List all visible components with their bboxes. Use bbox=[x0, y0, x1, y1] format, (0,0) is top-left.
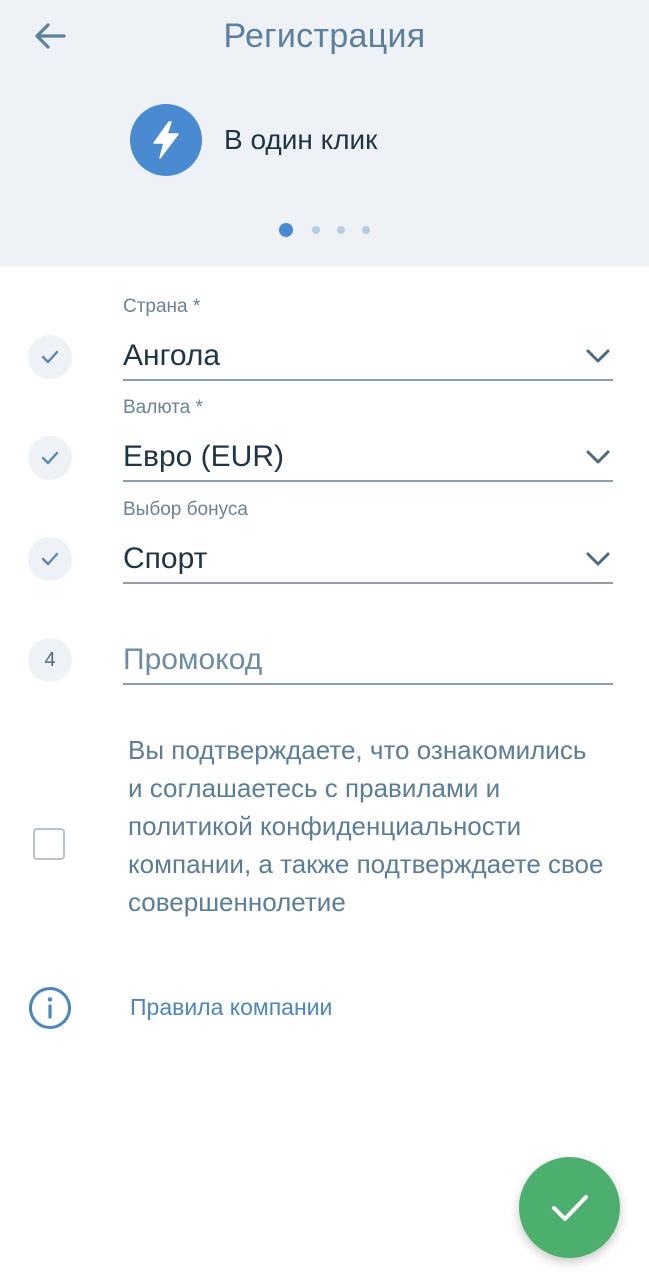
check-icon bbox=[41, 552, 59, 566]
country-label: Страна * bbox=[123, 296, 201, 317]
page-dot-2[interactable] bbox=[311, 226, 320, 234]
check-icon bbox=[41, 451, 59, 465]
currency-label: Валюта * bbox=[123, 397, 203, 418]
step-check-bonus bbox=[28, 537, 72, 581]
bonus-select[interactable]: Спорт bbox=[123, 534, 613, 584]
check-icon bbox=[41, 350, 59, 364]
consent-text: Вы подтверждаете, что ознакомились и сог… bbox=[128, 735, 604, 917]
country-value: Ангола bbox=[123, 339, 221, 372]
bonus-value: Спорт bbox=[123, 542, 208, 575]
info-icon bbox=[29, 987, 71, 1029]
bonus-label: Выбор бонуса bbox=[123, 499, 248, 520]
page-dot-1[interactable] bbox=[279, 223, 294, 237]
step-check-currency bbox=[28, 436, 72, 480]
promo-code-input[interactable] bbox=[123, 643, 613, 677]
country-select[interactable]: Ангола bbox=[123, 331, 613, 381]
currency-value: Евро (EUR) bbox=[123, 440, 284, 473]
submit-registration-button[interactable] bbox=[519, 1157, 620, 1258]
page-dot-3[interactable] bbox=[336, 226, 345, 234]
chevron-down-icon bbox=[586, 552, 610, 566]
registration-header: Регистрация В один клик bbox=[0, 0, 649, 266]
chevron-down-icon bbox=[586, 349, 610, 363]
currency-select[interactable]: Евро (EUR) bbox=[123, 432, 613, 482]
chevron-down-icon bbox=[586, 450, 610, 464]
page-indicator bbox=[0, 222, 649, 238]
step-number-promo: 4 bbox=[28, 638, 72, 682]
step-check-country bbox=[28, 335, 72, 379]
lightning-bolt-icon bbox=[130, 104, 202, 176]
promo-field[interactable] bbox=[123, 635, 613, 685]
check-icon bbox=[551, 1194, 588, 1221]
company-rules-link[interactable]: Правила компании bbox=[130, 994, 332, 1021]
page-title: Регистрация bbox=[223, 17, 426, 55]
page-dot-4[interactable] bbox=[361, 226, 370, 234]
registration-method-one-click[interactable]: В один клик bbox=[130, 104, 377, 176]
registration-screen: Регистрация В один клик Страна * Ангола bbox=[0, 0, 649, 1280]
consent-checkbox[interactable] bbox=[33, 828, 65, 860]
registration-method-label: В один клик bbox=[224, 124, 378, 155]
